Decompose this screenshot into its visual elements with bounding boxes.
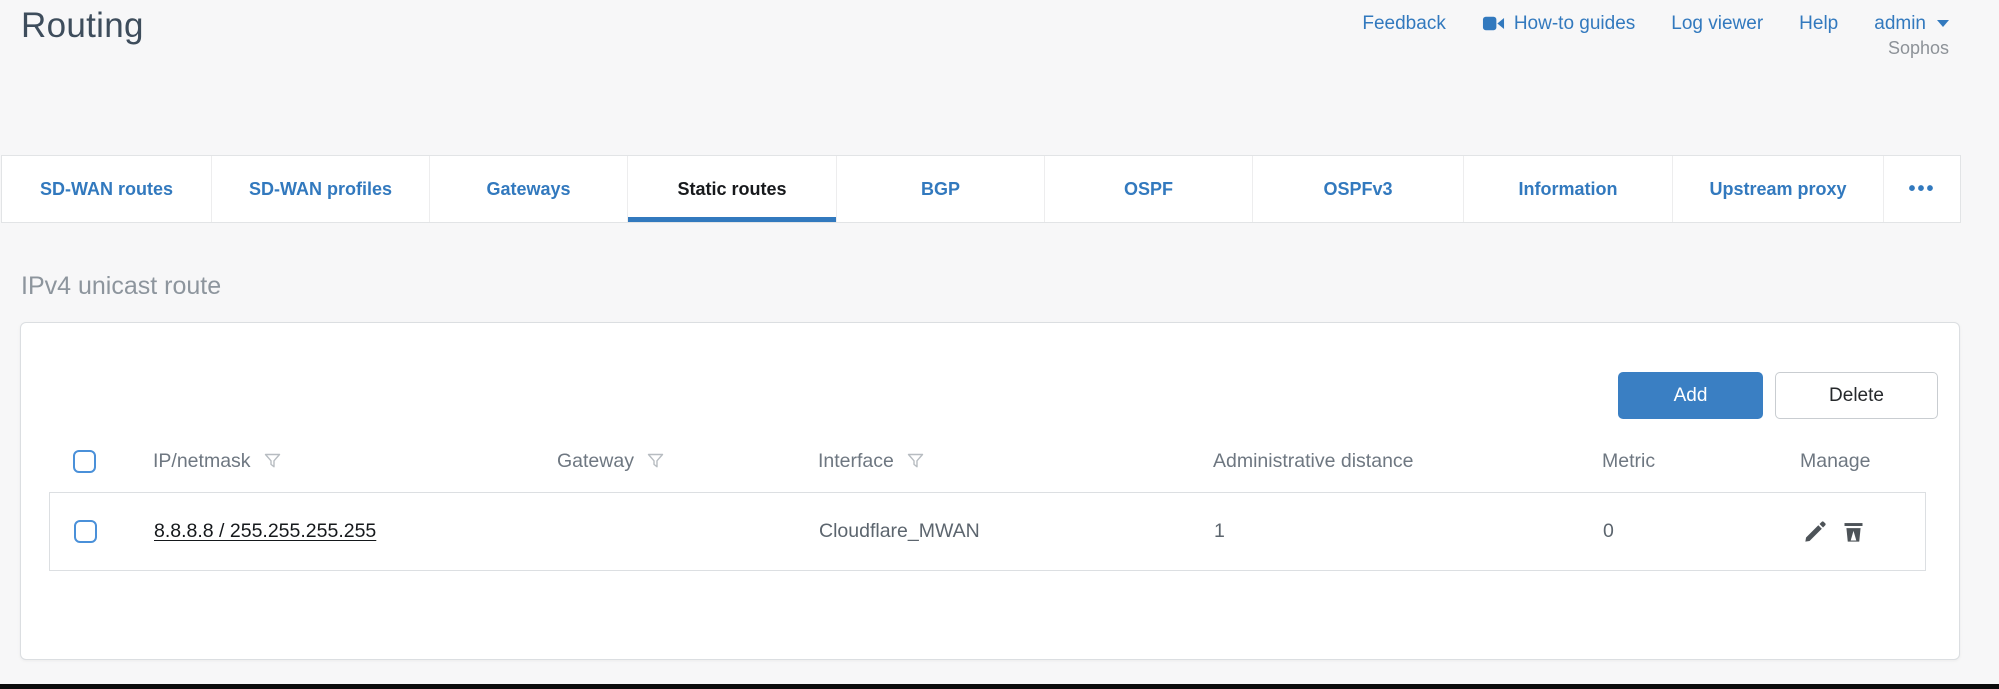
edit-pencil-icon[interactable]	[1802, 518, 1829, 545]
table-row: 8.8.8.8 / 255.255.255.255 Cloudflare_MWA…	[49, 492, 1926, 571]
chevron-down-icon	[1937, 20, 1949, 27]
column-header-manage: Manage	[1800, 450, 1870, 473]
column-header-administrative-distance: Administrative distance	[1213, 450, 1414, 473]
tab-static-routes[interactable]: Static routes	[628, 156, 837, 222]
route-ip-netmask-link[interactable]: 8.8.8.8 / 255.255.255.255	[154, 520, 376, 542]
feedback-label: Feedback	[1362, 13, 1445, 35]
column-header-gateway: Gateway	[557, 450, 634, 473]
filter-icon[interactable]	[905, 451, 926, 472]
column-header-metric: Metric	[1602, 450, 1655, 473]
section-title: IPv4 unicast route	[21, 272, 221, 301]
add-button[interactable]: Add	[1618, 372, 1763, 419]
filter-icon[interactable]	[645, 451, 666, 472]
tab-sdwan-profiles[interactable]: SD-WAN profiles	[212, 156, 430, 222]
row-manage-actions	[1753, 518, 1867, 545]
video-camera-icon	[1482, 12, 1505, 35]
howto-guides-link[interactable]: How-to guides	[1482, 12, 1635, 35]
top-nav: Feedback How-to guides Log viewer Help a…	[1362, 12, 1949, 35]
table-header-row: IP/netmask Gateway Interface Administrat…	[49, 441, 1926, 481]
route-administrative-distance-value: 1	[1214, 520, 1225, 542]
feedback-link[interactable]: Feedback	[1362, 13, 1445, 35]
user-name: admin	[1874, 13, 1926, 35]
tab-ospfv3[interactable]: OSPFv3	[1253, 156, 1464, 222]
window-bottom-edge	[0, 684, 1999, 689]
tab-information[interactable]: Information	[1464, 156, 1673, 222]
select-all-checkbox[interactable]	[73, 450, 96, 473]
tab-bgp[interactable]: BGP	[837, 156, 1045, 222]
column-header-ip-netmask: IP/netmask	[153, 450, 251, 473]
filter-icon[interactable]	[262, 451, 283, 472]
row-checkbox[interactable]	[74, 520, 97, 543]
static-routes-card: Add Delete IP/netmask Gateway Interface …	[20, 322, 1960, 660]
table-toolbar: Add Delete	[1618, 372, 1938, 419]
column-header-interface: Interface	[818, 450, 894, 473]
route-interface-value: Cloudflare_MWAN	[819, 520, 980, 542]
tab-gateways[interactable]: Gateways	[430, 156, 628, 222]
delete-button[interactable]: Delete	[1775, 372, 1938, 419]
tab-upstream-proxy[interactable]: Upstream proxy	[1673, 156, 1884, 222]
log-viewer-label: Log viewer	[1671, 13, 1763, 35]
log-viewer-link[interactable]: Log viewer	[1671, 13, 1763, 35]
page-title: Routing	[21, 6, 144, 46]
delete-trash-icon[interactable]	[1840, 518, 1867, 545]
help-label: Help	[1799, 13, 1838, 35]
route-metric-value: 0	[1603, 520, 1614, 542]
user-menu[interactable]: admin	[1874, 13, 1949, 35]
tab-ospf[interactable]: OSPF	[1045, 156, 1253, 222]
routing-tabbar: SD-WAN routes SD-WAN profiles Gateways S…	[1, 155, 1961, 223]
tab-more-menu[interactable]: •••	[1884, 156, 1960, 222]
tab-sdwan-routes[interactable]: SD-WAN routes	[2, 156, 212, 222]
brand-label: Sophos	[1888, 38, 1949, 59]
help-link[interactable]: Help	[1799, 13, 1838, 35]
howto-guides-label: How-to guides	[1514, 13, 1635, 35]
